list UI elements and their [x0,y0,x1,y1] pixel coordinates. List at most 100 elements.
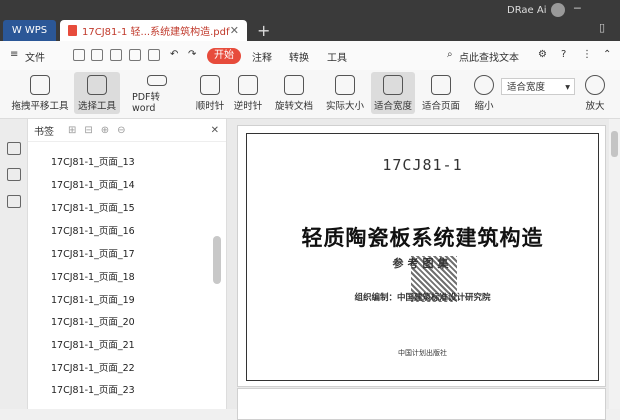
window-toggle-icon[interactable]: ▯ [599,21,605,34]
rotate-doc-label: 旋转文档 [274,101,313,112]
bookmark-item[interactable]: 17CJ81-1_页面_15 [51,200,135,214]
bookmark-panel-title: 书签 [34,126,54,138]
actual-size-button[interactable]: 实际大小 [325,72,365,114]
zoom-value: 适合宽度 [507,82,546,93]
fit-page-button[interactable]: 适合页面 [420,72,462,114]
select-tool-button[interactable]: 选择工具 [74,72,120,114]
redo-icon[interactable]: ↷ [188,49,196,60]
menu-convert[interactable]: 转换 [289,49,309,64]
collapse-ribbon-icon[interactable]: ⌃ [603,49,611,60]
wps-home-tab[interactable]: W WPS [3,20,56,41]
attachment-icon[interactable] [7,195,21,208]
actual-size-label: 实际大小 [325,101,364,112]
doc-publisher: 中国计划出版社 [398,349,447,357]
bookmark-item[interactable]: 17CJ81-1_页面_16 [51,223,135,237]
menu-start[interactable]: 开始 [207,48,241,64]
zoom-out-label: 缩小 [474,101,494,112]
page-border: 17CJ81-1 轻质陶瓷板系统建筑构造 参考图集 组织编制：中国建筑标准设计研… [246,133,599,381]
hand-icon [30,75,50,95]
ribbon-toolbar: 拖拽平移工具 选择工具 PDF转word 顺时针 逆时针 旋转文档 实际大小 适… [0,70,620,119]
pan-tool-label: 拖拽平移工具 [11,101,69,112]
zoom-in-icon [585,75,605,95]
close-panel-icon[interactable]: ✕ [211,125,219,136]
menu-file[interactable]: 文件 [25,49,45,64]
rotate-document-button[interactable]: 旋转文档 [272,72,316,114]
actual-size-icon [335,75,355,95]
doc-organization: 组织编制：中国建筑标准设计研究院 [354,293,491,303]
bookmark-item[interactable]: 17CJ81-1_页面_18 [51,269,135,283]
document-tab[interactable]: 17CJ81-1 轻...系统建筑构造.pdf ✕ [60,20,247,41]
pdf-word-icon [147,75,167,86]
rotate-cw-label: 顺时针 [195,101,225,112]
pan-tool-button[interactable]: 拖拽平移工具 [10,72,70,114]
bookmark-item[interactable]: 17CJ81-1_页面_23 [51,382,135,396]
bookmark-item[interactable]: 17CJ81-1_页面_19 [51,292,135,306]
help-icon[interactable]: ? [561,49,566,60]
pdf-icon [68,25,77,36]
rotate-ccw-icon [238,75,258,95]
doc-title: 轻质陶瓷板系统建筑构造 [301,226,544,250]
avatar[interactable] [550,3,565,17]
viewer-scroll-thumb[interactable] [611,131,618,157]
chevron-down-icon: ▾ [565,82,570,93]
menu-bar: ≡ 文件 ↶ ↷ 开始 注释 转换 工具 ⌕ 点此查找文本 ⚙ ? ⋮ ⌃ [0,41,620,71]
rotate-ccw-label: 逆时针 [233,101,263,112]
menu-tools[interactable]: 工具 [327,49,347,64]
user-name: DRae Ai [507,4,547,16]
export-icon[interactable] [129,49,141,61]
zoom-select[interactable]: 适合宽度 ▾ [501,78,575,95]
document-tab-label: 17CJ81-1 轻...系统建筑构造.pdf [82,27,230,38]
rotate-cw-icon [200,75,220,95]
wps-logo-icon: W [11,25,22,36]
fit-width-icon [383,75,403,95]
viewer-scrollbar[interactable] [609,119,620,409]
pdf-to-word-button[interactable]: PDF转word [132,72,182,114]
thumbnail-icon[interactable] [7,168,21,181]
expand-icon[interactable]: ⊞ [68,125,76,136]
document-viewer: 17CJ81-1 轻质陶瓷板系统建筑构造 参考图集 组织编制：中国建筑标准设计研… [227,119,620,420]
search-icon[interactable]: ⌕ [447,49,453,60]
bookmark-item[interactable]: 17CJ81-1_页面_13 [51,154,135,168]
rotate-counterclockwise-button[interactable]: 逆时针 [232,72,264,114]
rotate-clockwise-button[interactable]: 顺时针 [194,72,226,114]
hamburger-icon[interactable]: ≡ [10,49,18,60]
settings-icon[interactable]: ⚙ [538,49,547,60]
fit-page-label: 适合页面 [421,101,460,112]
more-icon[interactable]: ⋮ [582,49,592,60]
bookmark-panel: 书签 ⊞ ⊟ ⊕ ⊖ ✕ 17CJ81-1_页面_13 17CJ81-1_页面_… [28,119,227,409]
collapse-icon[interactable]: ⊟ [84,125,92,136]
bookmark-item[interactable]: 17CJ81-1_页面_17 [51,246,135,260]
close-tab-icon[interactable]: ✕ [230,24,239,37]
minimize-icon[interactable]: ─ [574,2,581,15]
fit-page-icon [431,75,451,95]
save-icon[interactable] [91,49,103,61]
bookmark-panel-header: 书签 ⊞ ⊟ ⊕ ⊖ ✕ [28,119,226,142]
zoom-out-button[interactable]: 缩小 [472,72,496,114]
zoom-out-icon [474,75,494,95]
next-pdf-page [237,388,606,420]
add-bookmark-icon[interactable]: ⊕ [101,125,109,136]
bookmark-item[interactable]: 17CJ81-1_页面_14 [51,177,135,191]
print-icon[interactable] [110,49,122,61]
new-tab-button[interactable]: + [257,21,270,40]
bookmark-item[interactable]: 17CJ81-1_页面_22 [51,360,135,374]
menu-annotate[interactable]: 注释 [252,49,272,64]
search-box[interactable]: 点此查找文本 [459,49,519,64]
left-rail [0,119,28,409]
pdf-to-word-label: PDF转word [132,92,161,114]
undo-icon[interactable]: ↶ [170,49,178,60]
delete-bookmark-icon[interactable]: ⊖ [117,125,125,136]
title-bar: W WPS 17CJ81-1 轻...系统建筑构造.pdf ✕ + DRae A… [0,0,620,41]
doc-code: 17CJ81-1 [382,156,463,174]
bookmark-item[interactable]: 17CJ81-1_页面_20 [51,314,135,328]
bookmark-item[interactable]: 17CJ81-1_页面_21 [51,337,135,351]
rotate-doc-icon [284,75,304,95]
user-area[interactable]: DRae Ai [507,3,565,17]
share-icon[interactable] [148,49,160,61]
bookmark-scrollbar[interactable] [213,236,221,284]
fit-width-button[interactable]: 适合宽度 [371,72,415,114]
zoom-in-button[interactable]: 放大 [583,72,607,114]
select-tool-label: 选择工具 [77,101,116,112]
open-icon[interactable] [73,49,85,61]
bookmark-panel-icon[interactable] [7,142,21,155]
